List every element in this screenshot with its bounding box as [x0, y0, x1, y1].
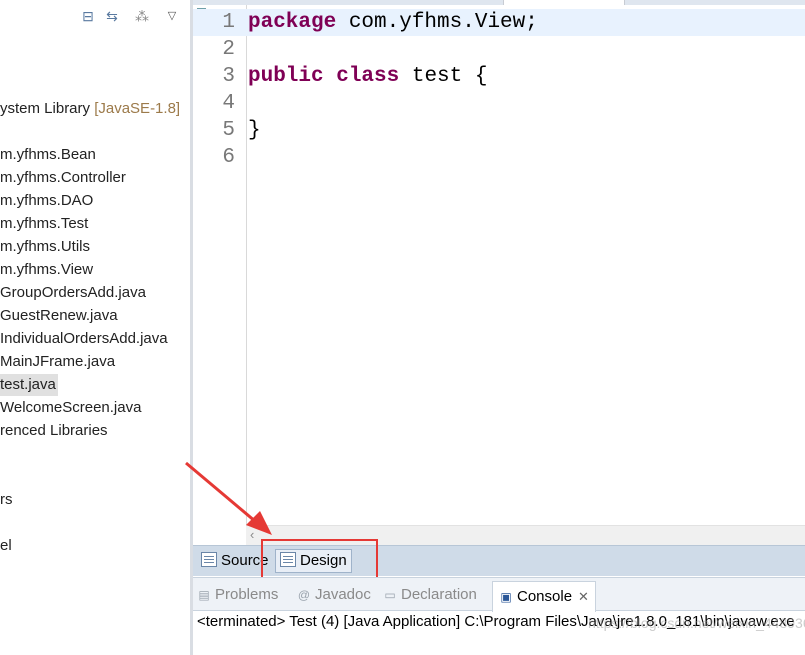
line-number: 3: [222, 65, 235, 88]
line-number: 2: [222, 38, 235, 61]
code-text: com.yfhms.View;: [336, 11, 538, 34]
package-explorer: ⊟ ⇆ ⁂ ▽ ystem Library [JavaSE-1.8] m.yfh…: [0, 0, 190, 655]
tab-problems[interactable]: ▤ Problems: [197, 584, 278, 606]
tree-item-file-mainjframe[interactable]: MainJFrame.java: [0, 351, 115, 373]
bottom-tab-strip: ▤ Problems @ Javadoc ▭ Declaration ▣ Console…: [193, 577, 805, 612]
filter-icon[interactable]: ⁂: [134, 8, 150, 24]
tree-item-folder-1[interactable]: rs: [0, 489, 13, 511]
tree-item-package-utils[interactable]: m.yfhms.Utils: [0, 236, 90, 258]
tab-console[interactable]: ▣ Console ✕: [492, 581, 596, 612]
tree-item-jre-system-library[interactable]: ystem Library [JavaSE-1.8]: [0, 98, 180, 120]
code-text: test {: [399, 65, 488, 88]
line-number: 6: [222, 146, 235, 169]
code-line[interactable]: 5 }: [193, 117, 805, 144]
collapse-all-icon[interactable]: ⊟: [80, 8, 96, 24]
view-menu-icon[interactable]: ▽: [164, 8, 180, 24]
tree-item-folder-2[interactable]: el: [0, 535, 12, 557]
code-editor[interactable]: 1 package com.yfhms.View; 2 3 public cla…: [193, 0, 805, 545]
tree-item-file-welcomescreen[interactable]: WelcomeScreen.java: [0, 397, 141, 419]
tree-item-file-individualorders[interactable]: IndividualOrdersAdd.java: [0, 328, 168, 350]
annotation-arrow-icon: [185, 461, 272, 535]
javadoc-icon: @: [297, 588, 311, 602]
source-icon: [201, 552, 217, 567]
line-number: 5: [222, 119, 235, 142]
code-line[interactable]: 1 package com.yfhms.View;: [193, 9, 805, 36]
tree-item-file-grouporders[interactable]: GroupOrdersAdd.java: [0, 282, 146, 304]
console-icon: ▣: [500, 590, 512, 604]
tree-item-referenced-libraries[interactable]: renced Libraries: [0, 420, 108, 442]
tree-item-package-view[interactable]: m.yfhms.View: [0, 259, 93, 281]
code-keyword: package: [248, 11, 337, 34]
watermark: https://blog.csdn.net/weixin_44893602: [588, 615, 805, 631]
tree-item-package-test[interactable]: m.yfhms.Test: [0, 213, 88, 235]
line-number: 1: [222, 11, 235, 34]
code-line[interactable]: 3 public class test {: [193, 63, 805, 90]
editor-tab-strip: [193, 0, 805, 5]
problems-icon: ▤: [198, 588, 210, 602]
code-line[interactable]: 6: [193, 144, 805, 171]
close-icon[interactable]: ✕: [578, 589, 589, 604]
tree-item-package-controller[interactable]: m.yfhms.Controller: [0, 167, 126, 189]
tree-item-file-test-selected[interactable]: test.java: [0, 374, 58, 396]
link-with-editor-icon[interactable]: ⇆: [104, 8, 120, 24]
code-text: }: [248, 119, 261, 142]
editor-tab-active[interactable]: [503, 0, 625, 5]
bottom-panel: ▤ Problems @ Javadoc ▭ Declaration ▣ Console…: [193, 577, 805, 655]
tab-javadoc[interactable]: @ Javadoc: [297, 584, 371, 606]
code-keyword: public class: [248, 65, 400, 88]
code-line[interactable]: 4: [193, 90, 805, 117]
line-number: 4: [222, 92, 235, 115]
tab-declaration[interactable]: ▭ Declaration: [383, 584, 477, 606]
code-line[interactable]: 2: [193, 36, 805, 63]
tree-item-package-dao[interactable]: m.yfhms.DAO: [0, 190, 93, 212]
tree-item-file-guestrenew[interactable]: GuestRenew.java: [0, 305, 118, 327]
tab-source[interactable]: Source: [201, 550, 269, 572]
declaration-icon: ▭: [384, 588, 396, 602]
tree-item-package-bean[interactable]: m.yfhms.Bean: [0, 144, 96, 166]
